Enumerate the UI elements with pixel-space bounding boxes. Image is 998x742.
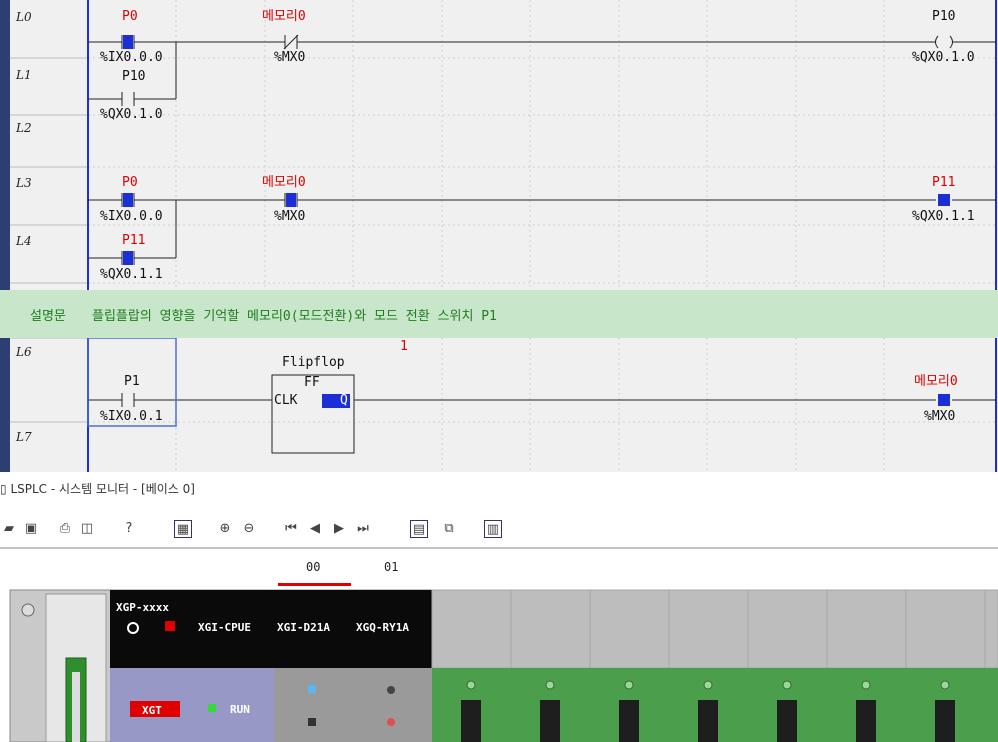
help-icon[interactable]: ? [120, 520, 138, 538]
flipflop-output: Q [340, 393, 348, 408]
contact-name[interactable]: P1 [124, 375, 140, 389]
zoom-out-icon[interactable]: ⊖ [240, 520, 258, 538]
contact-name[interactable]: P10 [122, 70, 145, 84]
module-input[interactable]: XGI-D21A [277, 621, 330, 634]
first-icon[interactable]: ⏮ [282, 520, 300, 538]
ladder-grid [0, 0, 998, 472]
slot-number-01: 01 [384, 560, 399, 574]
row-label-l0: L0 [16, 10, 32, 24]
next-icon[interactable]: ▶ [330, 520, 348, 538]
prev-icon[interactable]: ◀ [306, 520, 324, 538]
row-label-l4: L4 [16, 234, 32, 248]
contact-address: %QX0.1.0 [100, 107, 163, 122]
flipflop-count: 1 [400, 339, 408, 354]
coil-name[interactable]: 메모리0 [914, 375, 958, 389]
last-icon[interactable]: ⏭ [354, 520, 372, 538]
contact-name[interactable]: 메모리0 [262, 10, 306, 24]
row-label-l7: L7 [16, 430, 32, 444]
contact-name[interactable]: P0 [122, 10, 138, 24]
contact-address: %QX0.1.1 [100, 267, 163, 282]
module-output[interactable]: XGQ-RY1A [356, 621, 409, 634]
row-label-l6: L6 [16, 345, 32, 359]
contact-name[interactable]: P0 [122, 176, 138, 190]
comment-key: 설명문 [30, 309, 66, 324]
contact-address: %IX0.0.0 [100, 50, 163, 65]
coil-address: %QX0.1.0 [912, 50, 975, 65]
contact-name[interactable]: P11 [122, 234, 145, 248]
module-cpu[interactable]: XGI-CPUE [198, 621, 251, 634]
row-label-l3: L3 [16, 176, 32, 190]
network-icon[interactable]: ⧉ [440, 520, 458, 538]
flipflop-input: CLK [274, 393, 298, 408]
contact-address: %IX0.0.1 [100, 409, 163, 424]
print-preview-icon[interactable]: ◫ [78, 520, 96, 538]
system-icon[interactable]: ▤ [410, 520, 428, 538]
module-icon[interactable]: ▥ [484, 520, 502, 538]
xgt-brand: XGT [142, 704, 162, 717]
row-label-l2: L2 [16, 121, 32, 135]
row-label-l1: L1 [16, 68, 32, 82]
contact-address: %MX0 [274, 209, 306, 224]
contact-address: %MX0 [274, 50, 306, 65]
slot-number-00: 00 [306, 560, 321, 574]
contact-address: %IX0.0.0 [100, 209, 163, 224]
flipflop-type[interactable]: FF [304, 376, 320, 390]
coil-name[interactable]: P10 [932, 10, 955, 24]
comment-text: 플립플랍의 영향을 기억할 메모리0(모드전환)와 모드 전환 스위치 P1 [92, 309, 497, 324]
zoom-in-icon[interactable]: ⊕ [216, 520, 234, 538]
open-icon[interactable]: ▰ [0, 520, 18, 538]
contact-name[interactable]: 메모리0 [262, 176, 306, 190]
monitor-icon[interactable]: ▦ [174, 520, 192, 538]
coil-name[interactable]: P11 [932, 176, 955, 190]
comment-row[interactable]: 설명문 플립플랍의 영향을 기억할 메모리0(모드전환)와 모드 전환 스위치 … [0, 290, 998, 338]
print-icon[interactable]: ⎙ [56, 520, 74, 538]
module-cpu-power[interactable]: XGP-xxxx [116, 601, 169, 614]
coil-address: %MX0 [924, 409, 956, 424]
run-indicator: RUN [230, 703, 250, 716]
save-icon[interactable]: ▣ [22, 520, 40, 538]
ladder-editor[interactable]: L0 L1 L2 L3 L4 L6 L7 P0 %IX0.0.0 메모리0 %M… [0, 0, 998, 472]
flipflop-title: Flipflop [282, 355, 345, 370]
coil-address: %QX0.1.1 [912, 209, 975, 224]
